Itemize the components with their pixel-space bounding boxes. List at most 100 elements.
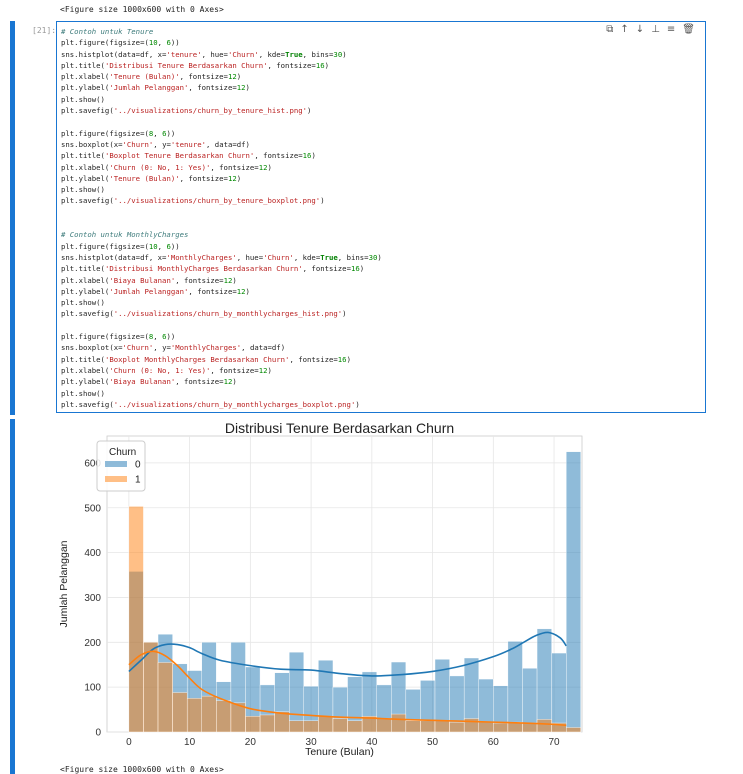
code-line[interactable]: plt.show() xyxy=(61,184,705,195)
code-line[interactable]: plt.title('Distribusi Tenure Berdasarkan… xyxy=(61,60,705,71)
format-icon[interactable]: ≡ xyxy=(667,24,675,35)
bar-series-1 xyxy=(332,718,348,733)
bar-series-0 xyxy=(289,651,305,733)
insert-below-icon[interactable]: ⊥ xyxy=(651,24,660,35)
legend-title: Churn xyxy=(109,447,136,458)
code-line[interactable]: plt.ylabel('Jumlah Pelanggan', fontsize=… xyxy=(61,82,705,93)
bar-series-1 xyxy=(493,722,509,733)
bar-series-1 xyxy=(289,720,305,733)
code-line[interactable]: plt.xlabel('Churn (0: No, 1: Yes)', font… xyxy=(61,365,705,376)
y-tick-label: 200 xyxy=(84,638,101,649)
code-line[interactable] xyxy=(61,207,705,218)
histogram-chart: 0 10 20 30 40 50 60 700100200300400500600 Distr… xyxy=(58,420,583,757)
x-tick-label: 20 xyxy=(245,737,257,748)
code-line[interactable]: plt.ylabel('Jumlah Pelanggan', fontsize=… xyxy=(61,286,705,297)
bar-series-1 xyxy=(420,720,436,733)
code-line[interactable]: plt.show() xyxy=(61,388,705,399)
bar-series-1 xyxy=(201,695,217,733)
bar-series-1 xyxy=(245,716,261,733)
code-editor[interactable]: # Contoh untuk Tenure plt.figure(figsize=… xyxy=(56,21,706,413)
x-tick-label: 60 xyxy=(488,737,500,748)
code-line[interactable] xyxy=(61,218,705,229)
bar-series-0 xyxy=(551,652,567,733)
y-tick-label: 300 xyxy=(84,593,101,604)
code-line[interactable]: plt.figure(figsize=(8, 6)) xyxy=(61,128,705,139)
code-line[interactable]: plt.xlabel('Tenure (Bulan)', fontsize=12… xyxy=(61,71,705,82)
bar-series-1 xyxy=(391,713,407,733)
x-tick-label: 0 xyxy=(126,737,132,748)
bar-series-1 xyxy=(128,506,144,733)
bar-series-1 xyxy=(434,720,450,733)
y-tick-label: 500 xyxy=(84,503,101,514)
y-tick-label: 0 xyxy=(95,728,101,739)
cell-toolbar: ⧉ ↑ ↓ ⊥ ≡ 🗑 xyxy=(606,24,695,35)
x-tick-label: 10 xyxy=(184,737,196,748)
execution-count: [21]: xyxy=(32,26,57,35)
y-axis-label: Jumlah Pelanggan xyxy=(58,540,70,627)
code-line[interactable]: plt.figure(figsize=(10, 6)) xyxy=(61,37,705,48)
figure-size-output-bottom: <Figure size 1000x600 with 0 Axes> xyxy=(60,765,224,774)
y-tick-label: 100 xyxy=(84,683,101,694)
copy-icon[interactable]: ⧉ xyxy=(606,24,613,35)
code-line[interactable]: sns.boxplot(x='Churn', y='tenure', data=… xyxy=(61,139,705,150)
bar-series-1 xyxy=(536,719,552,733)
bar-series-0 xyxy=(536,628,552,733)
bar-series-1 xyxy=(566,727,581,733)
code-line[interactable]: sns.histplot(data=df, x='tenure', hue='C… xyxy=(61,49,705,60)
bar-series-1 xyxy=(157,662,173,733)
bar-series-1 xyxy=(186,698,202,733)
delete-icon[interactable]: 🗑 xyxy=(682,24,695,35)
bar-series-1 xyxy=(216,700,232,733)
legend: Churn 0 1 xyxy=(96,440,146,492)
bar-series-1 xyxy=(274,711,290,733)
legend-label-1: 1 xyxy=(135,475,141,486)
bar-series-1 xyxy=(405,720,421,733)
bar-series-1 xyxy=(172,692,188,733)
bar-series-1 xyxy=(478,721,494,733)
bar-series-1 xyxy=(318,716,334,733)
bar-series-0 xyxy=(566,451,581,733)
code-line[interactable]: # Contoh untuk MonthlyCharges xyxy=(61,229,705,240)
code-line[interactable]: plt.savefig('../visualizations/churn_by_… xyxy=(61,308,705,319)
bar-series-1 xyxy=(449,721,465,733)
code-line[interactable]: plt.xlabel('Churn (0: No, 1: Yes)', font… xyxy=(61,162,705,173)
code-line[interactable]: plt.savefig('../visualizations/churn_by_… xyxy=(61,105,705,116)
bar-series-1 xyxy=(347,720,363,733)
x-tick-label: 50 xyxy=(427,737,439,748)
figure-size-output-top: <Figure size 1000x600 with 0 Axes> xyxy=(60,5,224,14)
legend-label-0: 0 xyxy=(135,460,141,471)
code-line[interactable]: plt.savefig('../visualizations/churn_by_… xyxy=(61,195,705,206)
bar-series-0 xyxy=(507,641,523,733)
code-line[interactable]: plt.ylabel('Tenure (Bulan)', fontsize=12… xyxy=(61,173,705,184)
code-line[interactable]: plt.figure(figsize=(8, 6)) xyxy=(61,331,705,342)
code-line[interactable] xyxy=(61,320,705,331)
code-line[interactable] xyxy=(61,116,705,127)
code-line[interactable]: plt.title('Boxplot Tenure Berdasarkan Ch… xyxy=(61,150,705,161)
code-line[interactable]: plt.title('Distribusi MonthlyCharges Ber… xyxy=(61,263,705,274)
code-line[interactable]: plt.show() xyxy=(61,94,705,105)
code-line[interactable]: plt.xlabel('Biaya Bulanan', fontsize=12) xyxy=(61,275,705,286)
code-cell[interactable]: [21]: # Contoh untuk Tenure plt.figure(fi… xyxy=(10,21,743,415)
legend-swatch-1 xyxy=(105,476,127,482)
code-line[interactable]: plt.ylabel('Biaya Bulanan', fontsize=12) xyxy=(61,376,705,387)
move-up-icon[interactable]: ↑ xyxy=(620,24,628,35)
cell-selection-bar xyxy=(10,21,15,415)
output-selection-bar xyxy=(10,419,15,774)
code-line[interactable]: sns.histplot(data=df, x='MonthlyCharges'… xyxy=(61,252,705,263)
code-line[interactable]: plt.title('Boxplot MonthlyCharges Berdas… xyxy=(61,354,705,365)
code-line[interactable]: sns.boxplot(x='Churn', y='MonthlyCharges… xyxy=(61,342,705,353)
legend-swatch-0 xyxy=(105,461,127,467)
code-line[interactable]: plt.show() xyxy=(61,297,705,308)
bar-series-1 xyxy=(259,714,275,733)
move-down-icon[interactable]: ↓ xyxy=(636,24,644,35)
bar-series-1 xyxy=(376,718,392,733)
chart-title: Distribusi Tenure Berdasarkan Churn xyxy=(225,420,454,436)
code-line[interactable]: plt.savefig('../visualizations/churn_by_… xyxy=(61,399,705,410)
bar-series-1 xyxy=(522,722,538,733)
code-text[interactable]: # Contoh untuk Tenure plt.figure(figsize=… xyxy=(57,22,705,410)
code-line[interactable]: plt.figure(figsize=(10, 6)) xyxy=(61,241,705,252)
x-axis-label: Tenure (Bulan) xyxy=(305,746,374,757)
y-tick-label: 400 xyxy=(84,548,101,559)
x-tick-label: 70 xyxy=(548,737,560,748)
bar-series-1 xyxy=(303,720,319,733)
